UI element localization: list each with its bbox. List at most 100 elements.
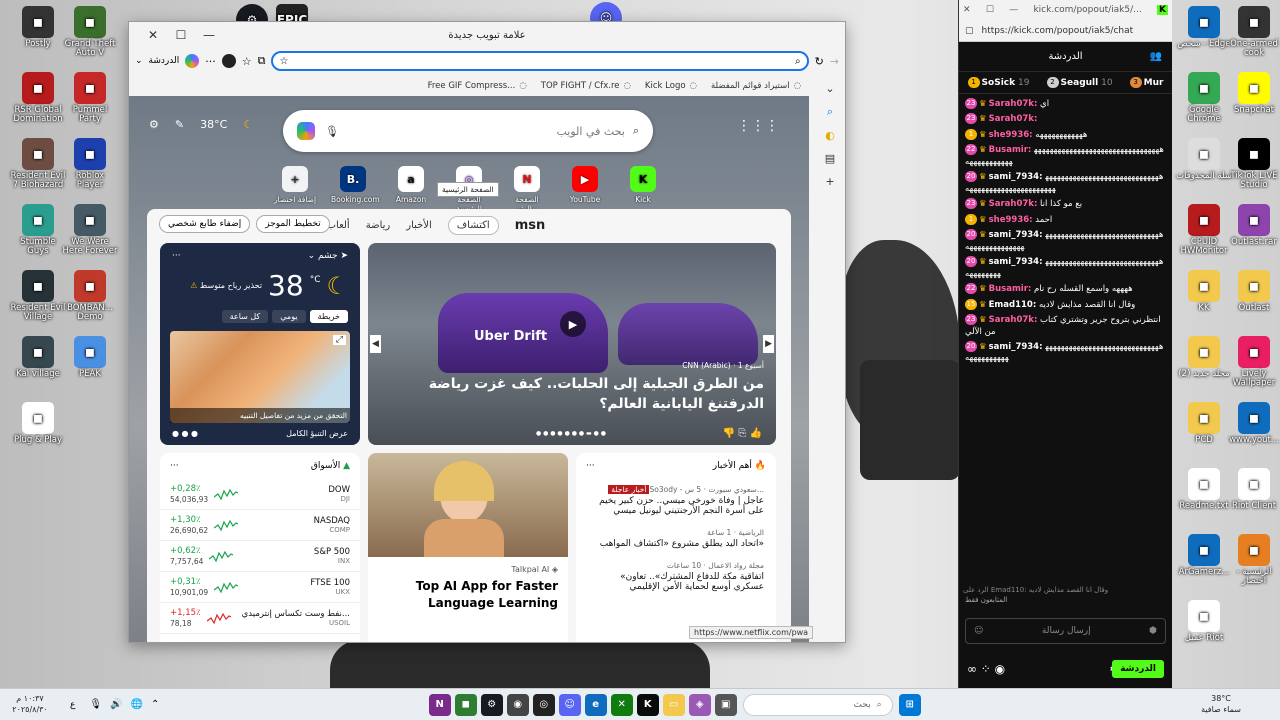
chevron-down-icon[interactable]: ⌄ xyxy=(135,56,143,66)
desktop-icon[interactable]: ◼ Stumble Guys xyxy=(10,204,66,256)
quick-link[interactable]: Nالصفحة الرئي... xyxy=(505,166,549,213)
obs-icon[interactable]: ◉ xyxy=(506,693,529,716)
quick-link[interactable]: B. Booking.com xyxy=(331,166,380,213)
weather-tab[interactable]: خريطة xyxy=(309,310,348,323)
desktop-icon[interactable]: ◼ Roblox Player xyxy=(62,138,118,190)
news-item[interactable]: الرياضية · 1 ساعة اتحاد اليد يطلق مشروع «… xyxy=(576,522,776,555)
discord-icon[interactable]: ☺ xyxy=(558,693,581,716)
weather-tab[interactable]: يومي xyxy=(272,310,306,323)
folder-icon[interactable]: ▭ xyxy=(662,693,685,716)
ad-title[interactable]: Top AI App for Faster Language Learning xyxy=(368,576,568,614)
apps-grid-icon[interactable]: ⋮⋮⋮ xyxy=(737,118,779,134)
msn-nav-tab[interactable]: اكتشاف xyxy=(447,215,499,235)
chat-message[interactable]: 23 ♛ Sarah07k: انتظرني بتروح جرير وتشتري ك… xyxy=(965,314,1166,338)
copilot-icon[interactable]: ◈ xyxy=(688,693,711,716)
desktop-icon[interactable]: ◼ عميل Riot xyxy=(1176,600,1232,643)
minimize-icon[interactable]: — xyxy=(1009,5,1018,15)
maximize-button[interactable]: ☐ xyxy=(167,23,195,47)
weather-widget[interactable]: 38°C سماء صافية xyxy=(1186,694,1256,715)
chat-username[interactable]: she9936: xyxy=(989,215,1033,225)
split-screen-icon[interactable]: ⧉ xyxy=(258,54,266,68)
hero-source[interactable]: CNN (Arabic) · 1 أسبوع xyxy=(682,361,764,370)
camera-icon[interactable]: ◎ xyxy=(532,693,555,716)
edit-icon[interactable]: ✎ xyxy=(175,118,184,131)
favorite-link[interactable]: Kick Logo ◌ xyxy=(645,81,697,91)
network-icon[interactable]: 🌐 xyxy=(131,699,143,710)
desktop-icon[interactable]: ◼ CPUID HWMonitor xyxy=(1176,204,1232,256)
msn-nav-tab[interactable]: رياضة xyxy=(366,220,391,231)
msn-nav-tab[interactable]: الأخبار xyxy=(406,220,432,231)
xbox-icon[interactable]: ✕ xyxy=(610,693,633,716)
desktop-icon[interactable]: ◼ Kal village xyxy=(10,336,66,379)
hero-article[interactable]: Uber Drift ▶ ◀ ▶ CNN (Arabic) · 1 أسبوع … xyxy=(368,243,776,445)
personalize-button[interactable]: إضفاء طابع شخصي xyxy=(159,215,251,233)
search-icon[interactable]: ⌕ xyxy=(795,56,801,67)
desktop-icon[interactable]: ◼ Resident Evil 7 Biohazard xyxy=(10,138,66,190)
desktop-icon[interactable]: ◼ Google Chrome xyxy=(1176,72,1232,124)
carousel-dots[interactable]: ● ● ● ● ● ● ● ▬ ● ● xyxy=(536,430,606,437)
ad-card[interactable]: Talkpal AI ◈ Top AI App for Faster Langu… xyxy=(368,453,568,642)
edge-icon[interactable]: e xyxy=(584,693,607,716)
quick-link[interactable]: a Amazon xyxy=(389,166,433,213)
dislike-icon[interactable]: 👎 xyxy=(723,428,735,439)
favorite-link[interactable]: استيراد قوائم المفضلة ◌ xyxy=(711,81,801,91)
quick-link[interactable]: K Kick xyxy=(621,166,665,213)
chat-window[interactable]: ✕ ☐ — kick.com/popout/iak5/... K ▢ https… xyxy=(958,0,1172,688)
weather-tab[interactable]: كل ساعة xyxy=(221,310,269,323)
microphone-icon[interactable]: 🎙 xyxy=(325,125,339,138)
play-icon[interactable]: ▶ xyxy=(560,311,586,337)
desktop-icon[interactable]: ◼ سلة المحذوفات xyxy=(1176,138,1232,181)
chat-username[interactable]: Busamir: xyxy=(989,145,1032,155)
steam-icon[interactable]: ⚙ xyxy=(480,693,503,716)
market-row[interactable]: +0,31٪ 10,901,09 FTSE 100 UKX xyxy=(160,572,360,603)
favorites-icon[interactable]: ☆ xyxy=(242,55,252,68)
chat-message[interactable]: 20 ♛ sami_7934: هههههههههههههههههههههههههه… xyxy=(965,256,1166,280)
weather-alert[interactable]: تحذير رياح متوسط xyxy=(200,281,262,290)
chat-message[interactable]: 20 ♛ sami_7934: هههههههههههههههههههههههههه… xyxy=(965,340,1166,365)
settings-icon[interactable]: ⚙ xyxy=(149,118,159,131)
prev-icon[interactable]: ◀ xyxy=(370,335,381,353)
star-icon[interactable]: ☆ xyxy=(279,56,288,67)
chat-username[interactable]: sami_7934: xyxy=(989,230,1043,240)
like-icon[interactable]: 👍 xyxy=(750,428,762,439)
desktop-icon[interactable]: ◼ شخص - Edge xyxy=(1176,6,1232,49)
markets-card[interactable]: ··· الأسواق ▲ +0,28٪ 54,036,93 DOW DJI +1,30… xyxy=(160,453,360,642)
chat-title-bar[interactable]: ✕ ☐ — kick.com/popout/iak5/... K xyxy=(959,0,1172,20)
desktop-icon[interactable]: ◼ Snapchat xyxy=(1226,72,1280,115)
chat-message[interactable]: 1 ♛ she9936: احمد xyxy=(965,213,1166,226)
chevron-down-icon[interactable]: ⌄ xyxy=(308,251,316,261)
lang-indicator[interactable]: ع xyxy=(70,700,75,710)
chat-send-button[interactable]: الدردشة xyxy=(1112,660,1164,678)
more-icon[interactable]: ··· xyxy=(205,55,216,68)
search-sidebar-icon[interactable]: ⌕ xyxy=(827,105,833,119)
leader-entry[interactable]: 3 Mur xyxy=(1129,77,1163,88)
msn-logo[interactable]: msn xyxy=(515,218,546,233)
chat-username[interactable]: Sarah07k: xyxy=(989,199,1038,209)
clock[interactable]: ١٠:٣٧ م ٢٠٢٥/٨/٣٠ xyxy=(0,694,60,715)
favorite-link[interactable]: TOP FIGHT / Cfx.re ◌ xyxy=(541,81,631,91)
desktop-icon[interactable]: ◼ ArGamerz... xyxy=(1176,534,1232,577)
tools-icon[interactable]: ▤ xyxy=(825,152,835,165)
chat-username[interactable]: Sarah07k: xyxy=(989,114,1038,124)
chat-username[interactable]: Sarah07k: xyxy=(989,315,1038,325)
chat-message[interactable]: 20 ♛ sami_7934: هههههههههههههههههههههههههه… xyxy=(965,229,1166,253)
reactions[interactable]: 👎 ⎘ 👍 xyxy=(723,428,762,439)
chat-username[interactable]: sami_7934: xyxy=(989,342,1043,352)
market-row[interactable]: +0,28٪ 54,036,93 DOW DJI xyxy=(160,479,360,510)
mic-icon[interactable]: 🎙 xyxy=(89,699,102,710)
desktop-icon[interactable]: ◼ RSR Global Domination xyxy=(10,72,66,124)
desktop-icon[interactable]: ◼ TikTok LIVE Studio xyxy=(1226,138,1280,190)
desktop-icon[interactable]: ◼ Postly xyxy=(10,6,66,49)
chat-message[interactable]: 23 ♛ Sarah07k: اي xyxy=(965,98,1166,110)
chat-message[interactable]: 23 ♛ Sarah07k: بع مو كذا انا xyxy=(965,198,1166,210)
desktop-icon[interactable]: ◼ KK xyxy=(1176,270,1232,313)
desktop-icon[interactable]: ◼ Riot Client xyxy=(1226,468,1280,511)
more-icon[interactable]: ··· xyxy=(586,461,595,471)
users-icon[interactable]: 👥 xyxy=(1150,51,1162,62)
desktop-icon[interactable]: ◼ Plug & Play xyxy=(10,402,66,445)
desktop-icon[interactable]: ◼ PCD xyxy=(1176,402,1232,445)
layout-button[interactable]: تخطيط الموجز xyxy=(256,215,330,233)
windows-start-icon[interactable]: ⊞ xyxy=(898,693,921,716)
desktop-icon[interactable]: ◼ Outlast.rar xyxy=(1226,204,1280,247)
desktop-icon[interactable]: ◼ www.yout... xyxy=(1226,402,1280,445)
